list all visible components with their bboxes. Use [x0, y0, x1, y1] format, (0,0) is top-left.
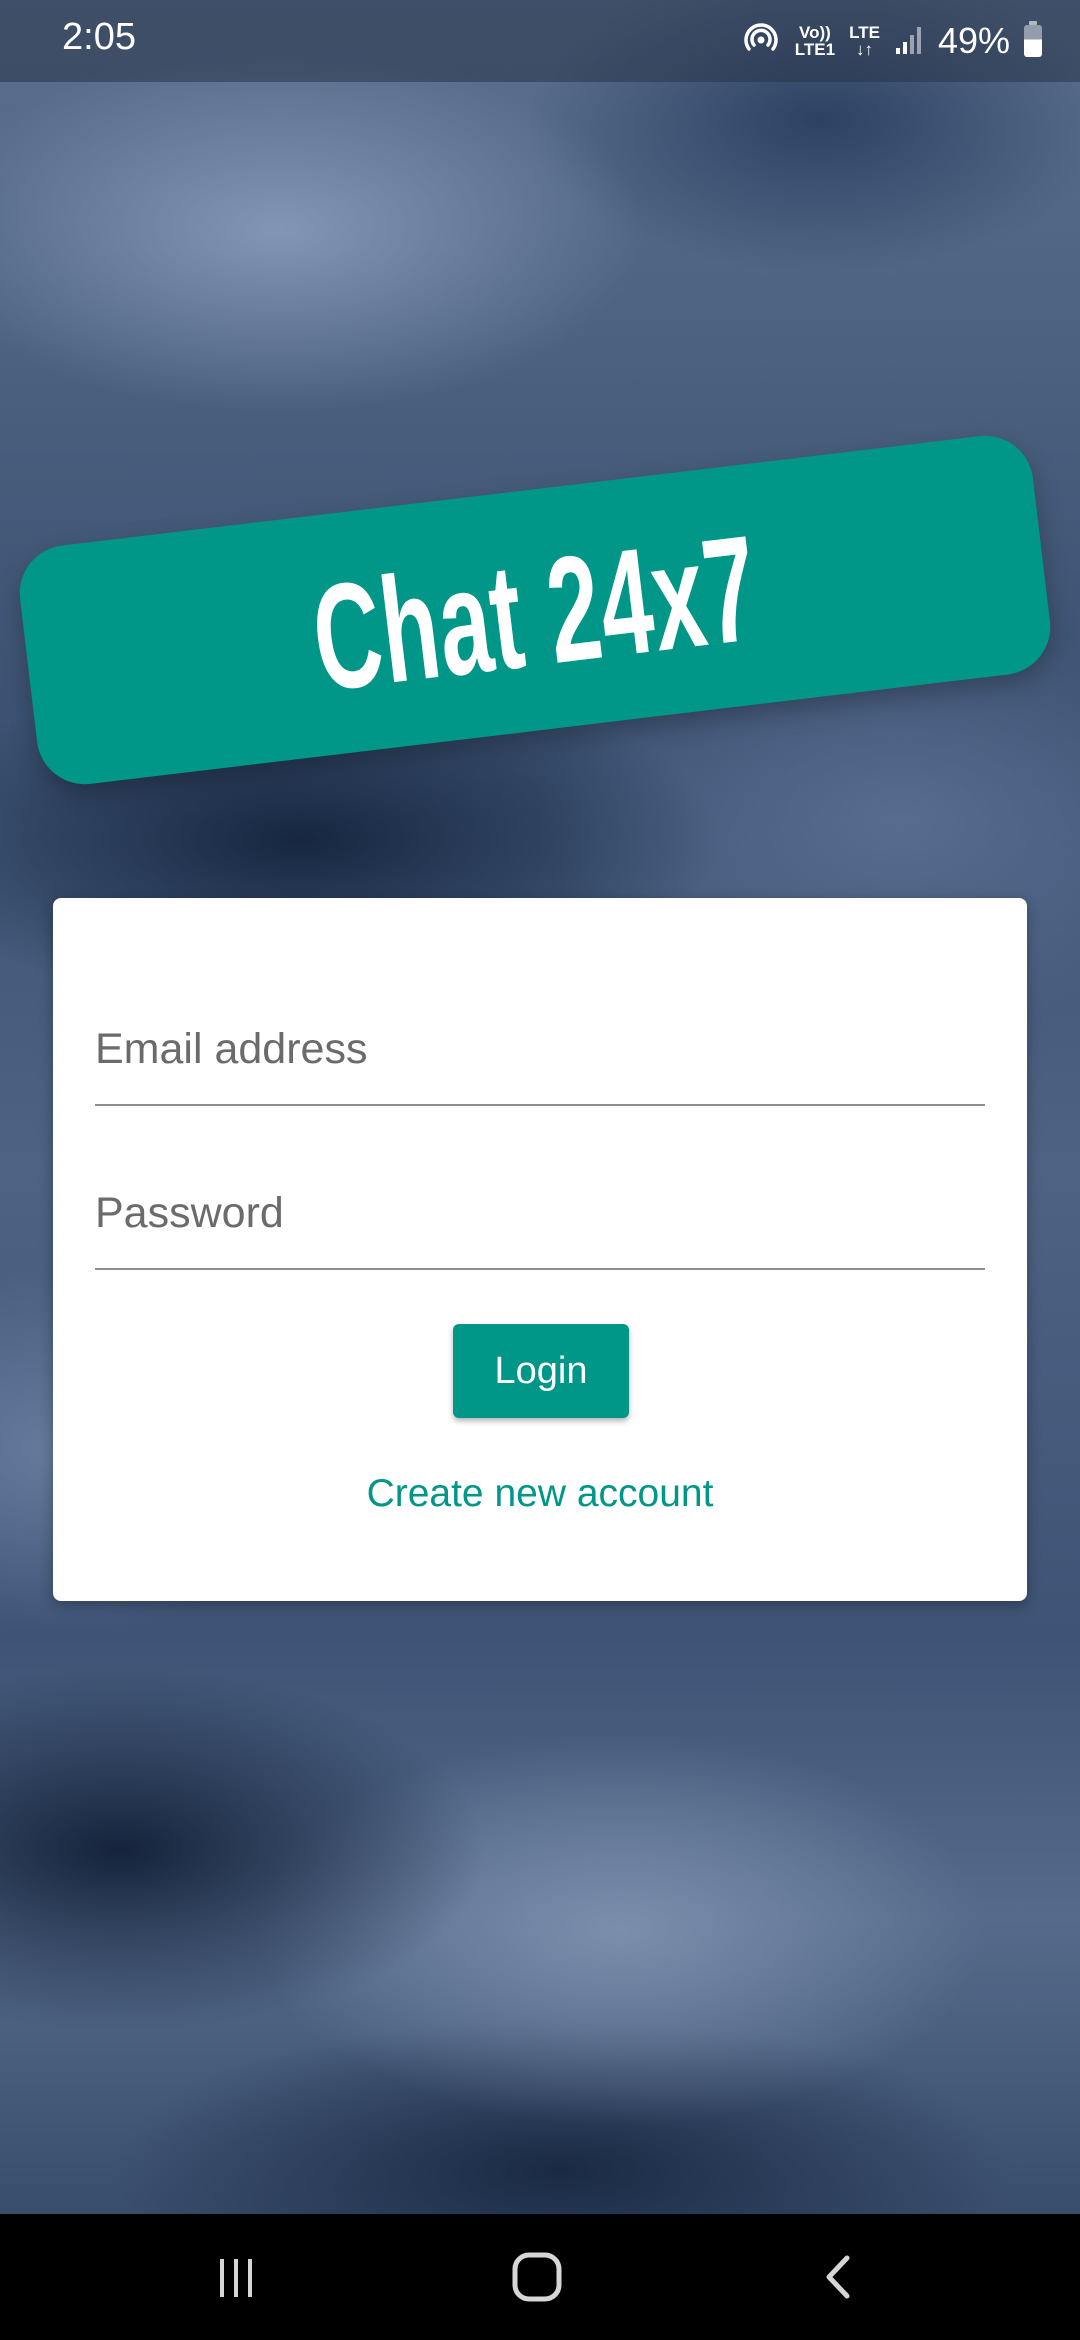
login-card: Login Create new account — [53, 898, 1027, 1601]
status-time: 2:05 — [62, 16, 136, 58]
email-field[interactable] — [95, 1025, 985, 1074]
lte-arrows-text: ↓↑ — [856, 40, 873, 59]
lte-top-text: LTE — [849, 23, 880, 42]
volte-icon: Vo)) LTE1 — [795, 24, 835, 58]
navigation-bar — [0, 2214, 1080, 2340]
back-icon — [826, 2255, 850, 2299]
home-icon — [512, 2252, 562, 2302]
battery-percent: 49% — [937, 20, 1010, 61]
login-button[interactable]: Login — [453, 1324, 629, 1418]
volte-top-text: Vo)) — [799, 23, 831, 42]
app-logo-text: Chat 24x7 — [304, 502, 767, 723]
hotspot-icon — [741, 19, 781, 64]
back-button[interactable] — [790, 2242, 890, 2312]
battery-icon — [1024, 21, 1042, 57]
home-button[interactable] — [488, 2242, 588, 2312]
recents-icon — [220, 2259, 252, 2297]
signal-icon — [894, 22, 924, 61]
volte-bottom-text: LTE1 — [794, 40, 836, 59]
lte-data-icon: LTE ↓↑ — [849, 24, 880, 58]
create-account-link[interactable]: Create new account — [53, 1472, 1027, 1516]
recents-button[interactable] — [186, 2242, 286, 2312]
email-field-container — [95, 984, 985, 1106]
status-icons: Vo)) LTE1 LTE ↓↑ 49% — [741, 14, 1042, 68]
password-field[interactable] — [95, 1189, 985, 1238]
status-bar: 2:05 Vo)) LTE1 LTE ↓↑ 49% — [0, 0, 1080, 82]
password-field-container — [95, 1148, 985, 1270]
